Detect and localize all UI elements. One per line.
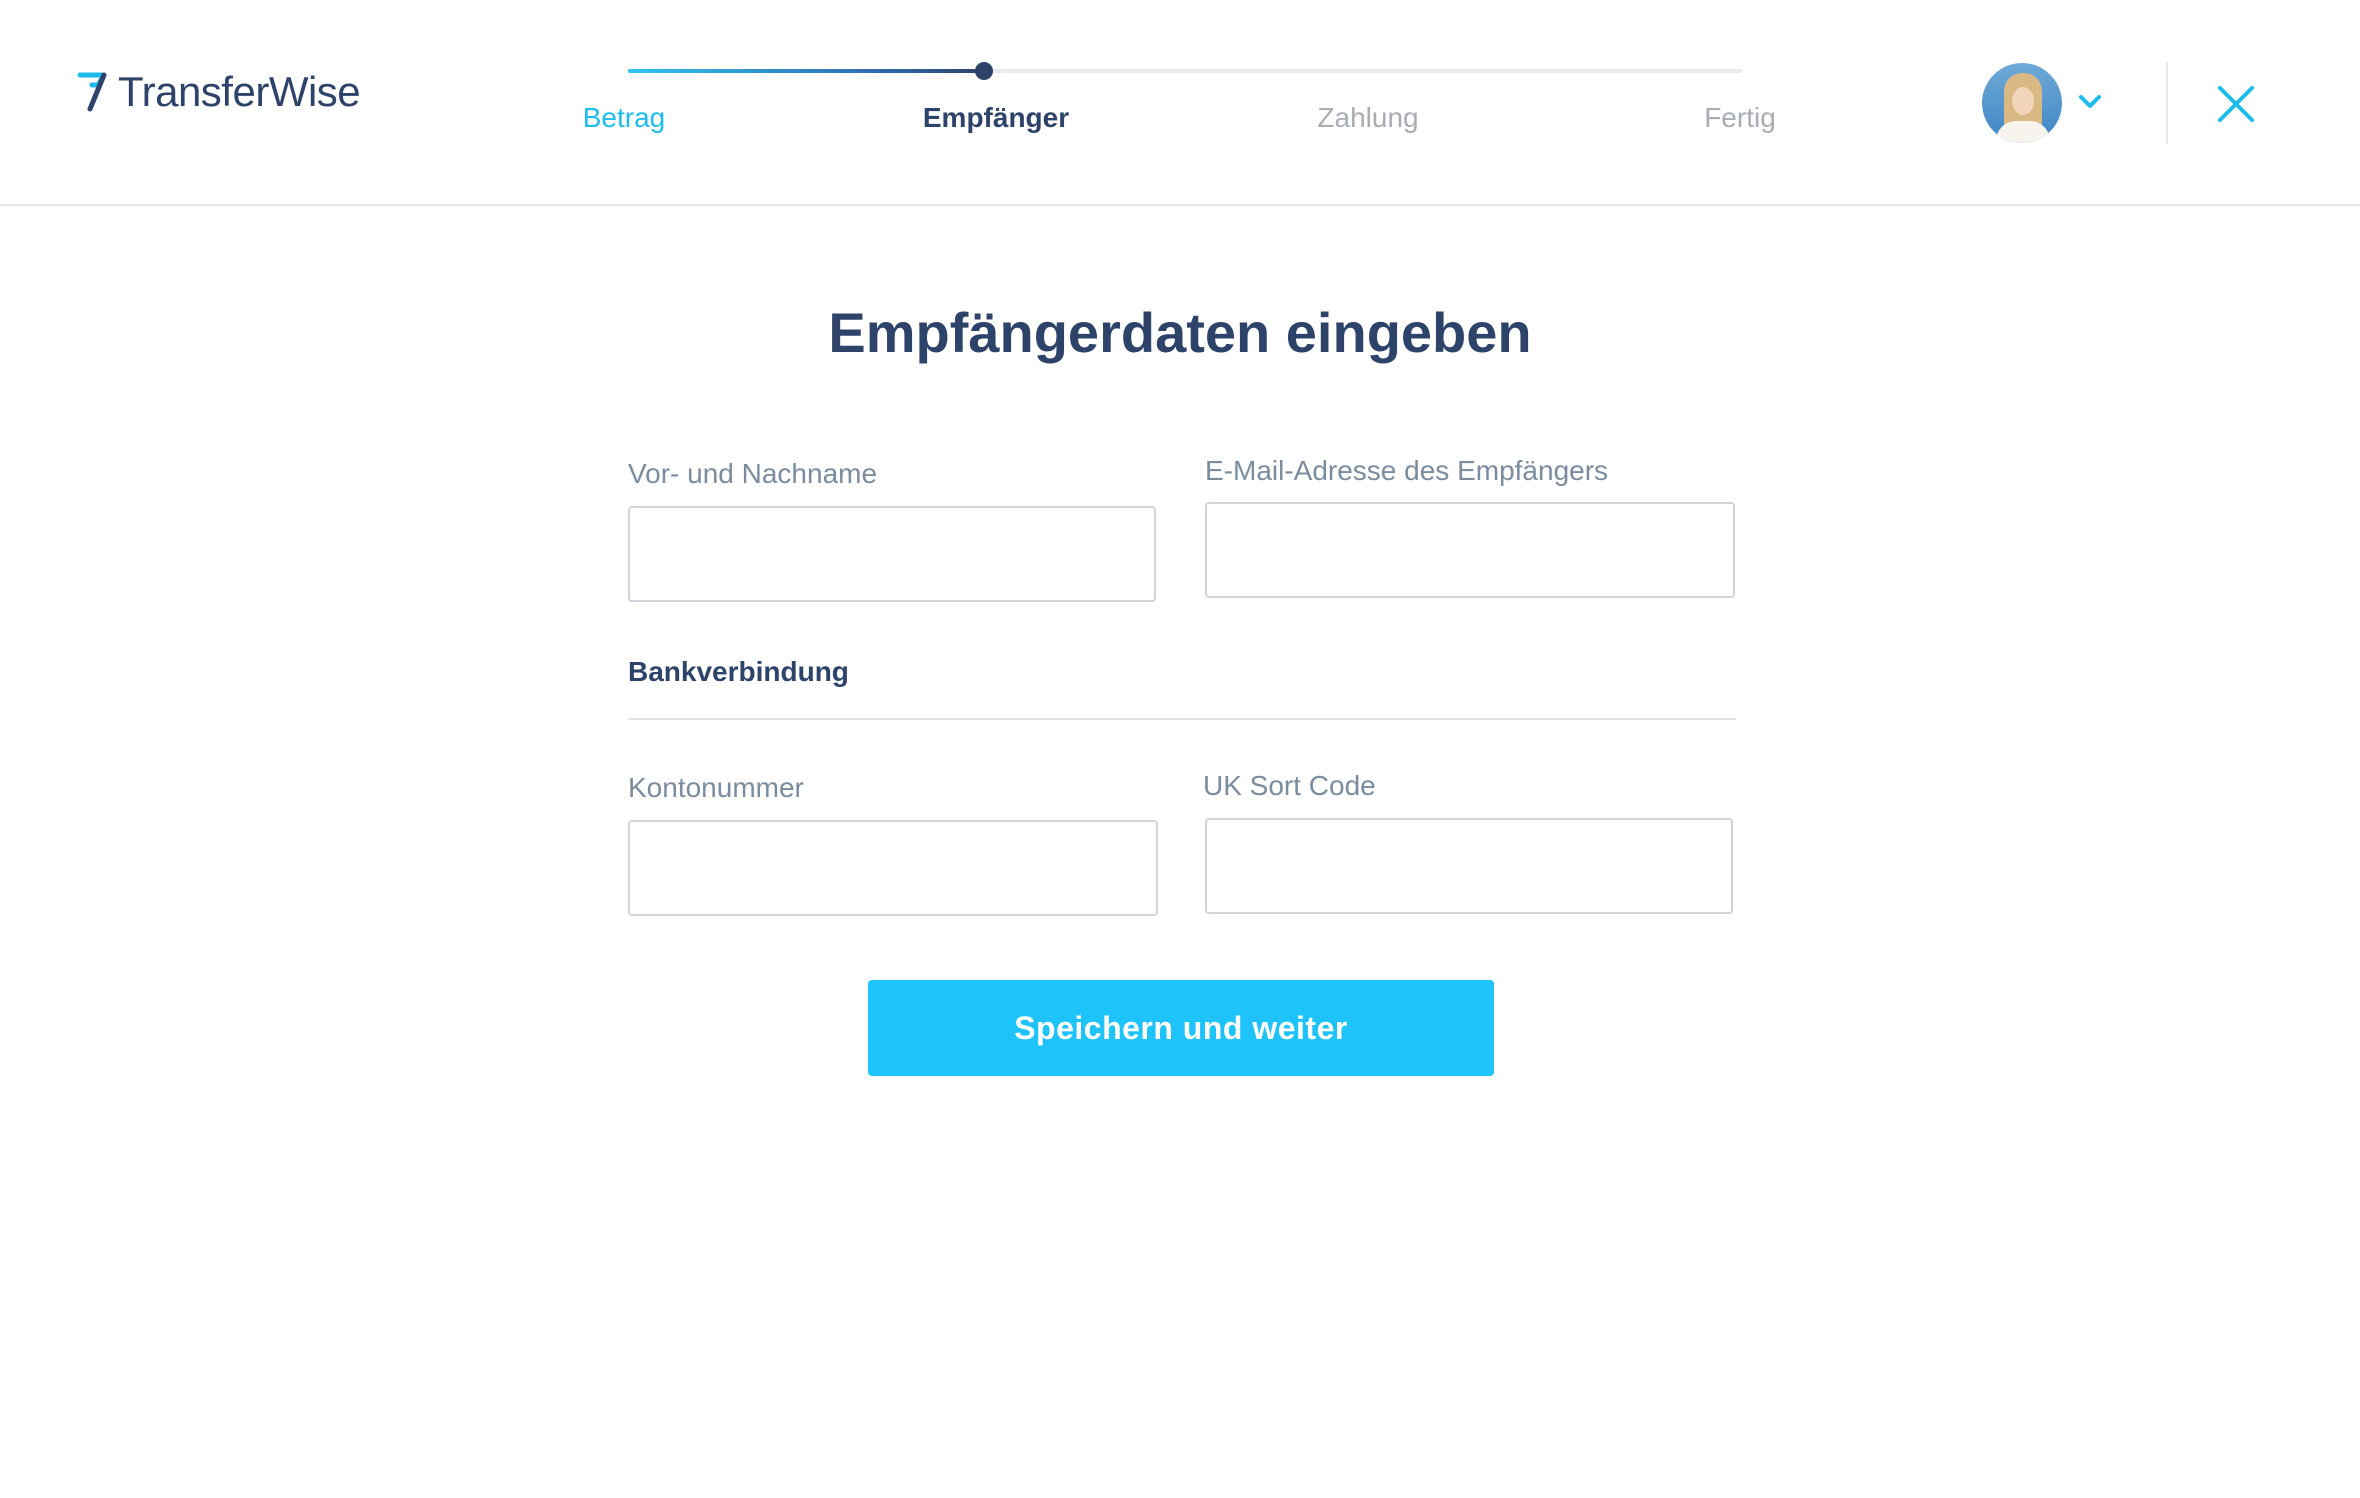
step-zahlung: Zahlung xyxy=(1317,102,1419,133)
name-label: Vor- und Nachname xyxy=(628,458,878,489)
email-input[interactable] xyxy=(1205,502,1735,598)
step-fertig: Fertig xyxy=(1704,102,1776,133)
top-bar: TransferWise Betrag Empfänger Zahlung Fe… xyxy=(0,0,2360,206)
chevron-down-icon[interactable] xyxy=(2076,88,2104,116)
avatar-face xyxy=(2012,87,2034,115)
step-betrag[interactable]: Betrag xyxy=(474,102,774,134)
page-title: Empfängerdaten eingeben xyxy=(828,301,1532,364)
bank-section-title: Bankverbindung xyxy=(628,656,849,687)
step-empfaenger[interactable]: Empfänger xyxy=(846,102,1146,134)
progress-marker xyxy=(975,62,993,80)
avatar-body xyxy=(1996,121,2050,143)
name-input[interactable] xyxy=(628,506,1156,602)
progress-track xyxy=(628,62,1742,80)
sort-code-input[interactable] xyxy=(1205,818,1733,914)
email-label: E-Mail-Adresse des Empfängers xyxy=(1205,455,1609,486)
header-divider xyxy=(2166,62,2168,144)
transferwise-logo[interactable]: TransferWise xyxy=(74,64,361,120)
progress-stepper: Betrag Empfänger Zahlung Fertig xyxy=(560,0,1860,206)
section-divider xyxy=(628,718,1736,720)
sort-code-label: UK Sort Code xyxy=(1203,770,1376,801)
save-and-continue-button[interactable]: Speichern und weiter xyxy=(868,980,1494,1076)
transferwise-logo-icon xyxy=(77,72,107,112)
user-avatar[interactable] xyxy=(1982,63,2062,143)
account-number-label: Kontonummer xyxy=(628,772,804,803)
progress-fill xyxy=(628,69,984,73)
close-icon[interactable] xyxy=(2216,84,2256,124)
account-number-input[interactable] xyxy=(628,820,1158,916)
logo-wordmark: TransferWise xyxy=(118,68,361,115)
